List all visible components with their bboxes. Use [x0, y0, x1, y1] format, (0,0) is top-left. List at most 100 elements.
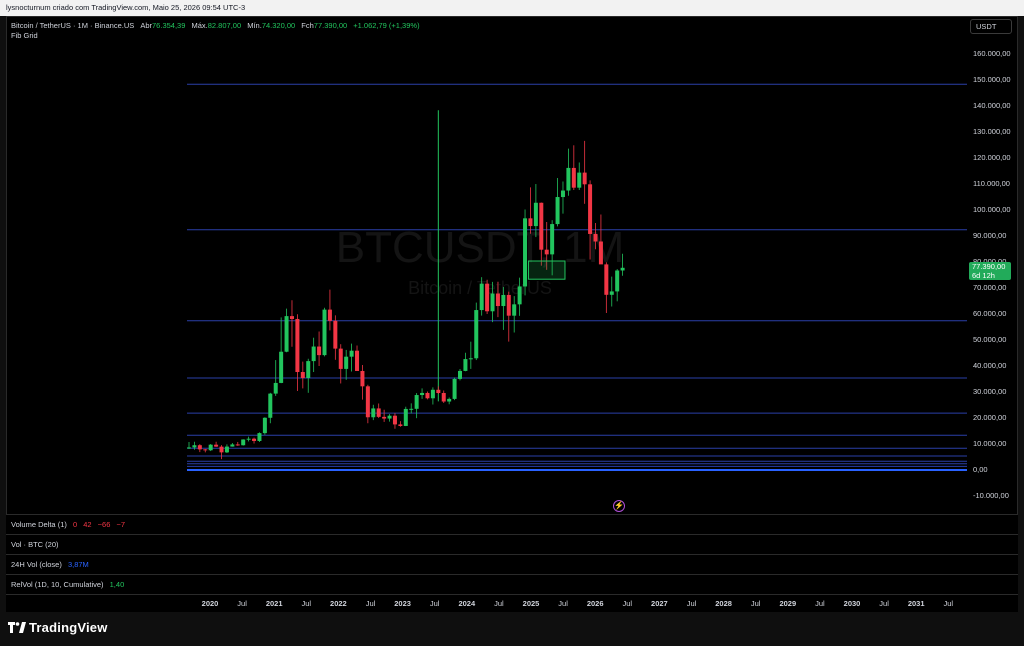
price-label: -10.000,00	[973, 491, 1009, 500]
candle	[230, 443, 235, 447]
candle	[414, 393, 419, 419]
candle-body	[560, 190, 565, 198]
time-tick: Jul	[879, 599, 889, 608]
candle	[257, 432, 262, 442]
candle-body	[306, 361, 311, 378]
candle-body	[517, 286, 522, 305]
candle-body	[398, 424, 403, 426]
candle-body	[544, 249, 549, 255]
flash-icon[interactable]: ⚡	[613, 500, 625, 512]
currency-button[interactable]: USDT	[970, 19, 1012, 34]
candle-body	[262, 417, 267, 434]
candle-body	[208, 444, 213, 451]
candle-body	[566, 167, 571, 191]
candle	[566, 148, 571, 196]
symbol-title[interactable]: Bitcoin / TetherUS · 1M · Binance.US	[11, 21, 134, 30]
candle	[512, 296, 517, 333]
time-tick: Jul	[237, 599, 247, 608]
candle-body	[539, 202, 544, 250]
candle-body	[458, 370, 462, 379]
candle-body	[322, 309, 327, 356]
candle-body	[430, 389, 435, 399]
low-label: Mín.	[247, 21, 262, 30]
time-axis[interactable]: 2020 Jul 2021 Jul 2022 Jul 2023 Jul 2024 Jul 2025 J…	[6, 594, 1018, 612]
candle-body	[414, 395, 419, 409]
pane-value: −66	[97, 520, 111, 529]
candle	[235, 441, 240, 446]
candle	[506, 291, 511, 342]
candle-body	[268, 393, 273, 418]
candle	[365, 384, 370, 424]
candle-body	[289, 316, 294, 319]
candle-body	[371, 408, 376, 418]
time-tick: 2021	[265, 599, 283, 608]
candle-body	[588, 184, 593, 234]
candle-body	[550, 224, 555, 255]
candle	[430, 387, 435, 405]
candle	[284, 308, 289, 353]
candle-body	[235, 444, 240, 446]
candle-body	[593, 233, 598, 242]
candle	[485, 279, 490, 315]
pane-value: 3,87M	[67, 560, 89, 569]
time-tick: Jul	[750, 599, 761, 608]
price-label: 20.000,00	[973, 413, 1006, 422]
current-price-value: 77.390,00	[972, 262, 1006, 271]
candle-body	[317, 346, 322, 356]
candle-body	[365, 386, 370, 418]
candle	[187, 441, 191, 449]
candle	[425, 391, 430, 400]
price-label: 90.000,00	[973, 231, 1006, 240]
candle	[398, 421, 403, 427]
pane-24h-vol[interactable]: 24H Vol (close) 3,87M	[6, 554, 1018, 574]
candle	[289, 300, 294, 347]
candle-body	[311, 346, 316, 362]
pane-vol-btc[interactable]: Vol · BTC (20)	[6, 534, 1018, 554]
candle-body	[257, 433, 262, 441]
candle-body	[474, 310, 479, 359]
price-label: 50.000,00	[973, 335, 1006, 344]
candle-body	[436, 389, 441, 394]
candle	[452, 377, 457, 401]
candle	[279, 317, 284, 384]
price-label: 70.000,00	[973, 283, 1006, 292]
candle	[560, 181, 565, 214]
candle-body	[246, 438, 251, 440]
candle	[523, 209, 528, 296]
price-label: 30.000,00	[973, 387, 1006, 396]
candle-body	[420, 392, 425, 396]
symbol-legend[interactable]: Bitcoin / TetherUS · 1M · Binance.US Abr…	[11, 20, 420, 31]
candle-body	[501, 294, 506, 307]
time-tick: Jul	[622, 599, 633, 608]
candle	[327, 289, 332, 331]
candle-body	[425, 392, 430, 399]
time-tick: 2023	[394, 599, 411, 608]
candle	[197, 444, 202, 453]
candle	[387, 414, 392, 422]
candle-body	[441, 393, 446, 402]
indicator-fib-grid[interactable]: Fib Grid	[11, 31, 38, 40]
candle-body	[615, 270, 620, 292]
time-tick: 2028	[715, 599, 732, 608]
candle	[577, 162, 582, 191]
candle-body	[273, 382, 278, 394]
time-tick: Jul	[301, 599, 312, 608]
time-tick: Jul	[494, 599, 504, 608]
time-tick: Jul	[365, 599, 376, 608]
candle-body	[533, 202, 538, 227]
price-label: 160.000,00	[973, 49, 1011, 58]
candle-body	[284, 316, 289, 352]
candle-body	[327, 309, 332, 321]
time-tick: 2024	[458, 599, 476, 608]
candle-body	[512, 304, 517, 316]
pane-value: 1,40	[109, 580, 125, 589]
highlight-rectangle	[527, 260, 566, 280]
candle	[203, 448, 208, 453]
pane-title: Vol · BTC (20)	[11, 540, 59, 549]
candle-body	[387, 415, 392, 419]
pane-volume-delta[interactable]: Volume Delta (1) 0 42 −66 −7	[6, 514, 1018, 534]
candle	[436, 386, 441, 394]
bar-countdown: 6d 12h	[972, 271, 995, 280]
price-label: 110.000,00	[973, 179, 1010, 188]
pane-relvol[interactable]: RelVol (1D, 10, Cumulative) 1,40	[6, 574, 1018, 594]
